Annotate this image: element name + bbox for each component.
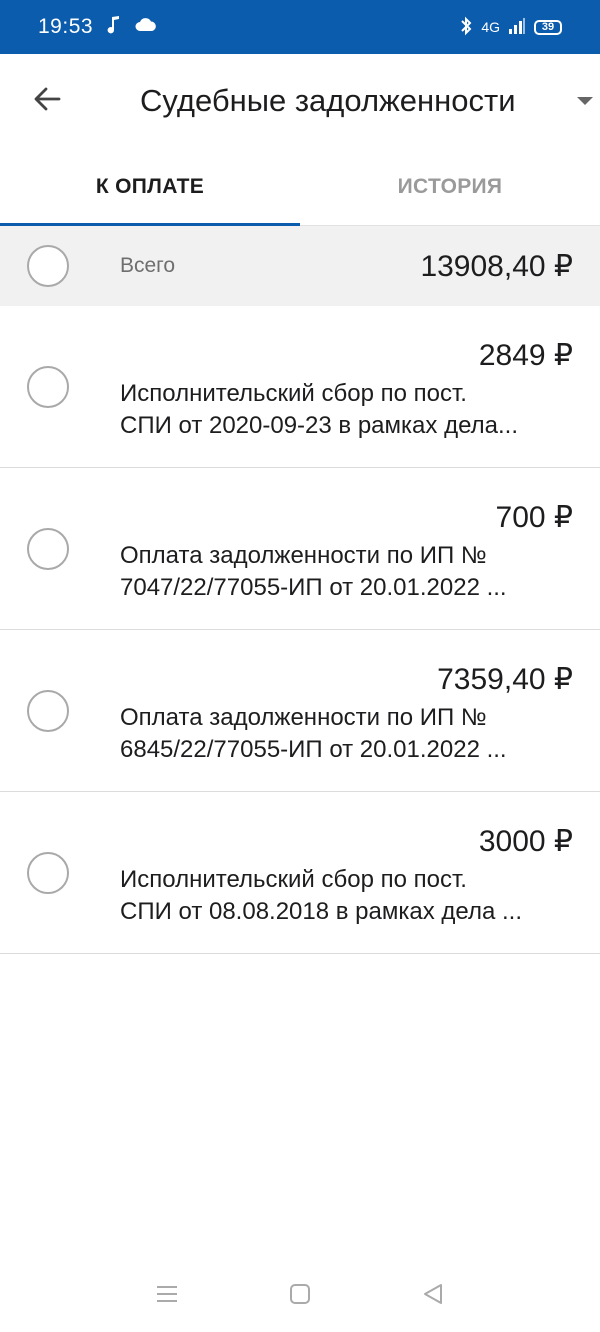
status-left: 19:53 <box>38 15 157 40</box>
debt-description-line: СПИ от 08.08.2018 в рамках дела ... <box>120 898 522 925</box>
debt-amount: 3000 ₽ <box>478 825 573 858</box>
debt-description-line: Исполнительский сбор по пост. <box>120 380 467 407</box>
tab-history[interactable]: ИСТОРИЯ <box>300 148 600 226</box>
debt-item[interactable]: 3000 ₽ Исполнительский сбор по пост. СПИ… <box>0 792 600 954</box>
cloud-icon <box>135 17 157 37</box>
total-label: Всего <box>120 254 176 277</box>
triangle-down-icon[interactable] <box>576 94 594 112</box>
debt-radio[interactable] <box>27 366 69 408</box>
debt-description-line: Исполнительский сбор по пост. <box>120 866 467 893</box>
debt-amount: 700 ₽ <box>495 501 573 534</box>
debt-radio[interactable] <box>27 690 69 732</box>
debt-description: Исполнительский сбор по пост. СПИ от 08.… <box>120 864 564 928</box>
home-button[interactable] <box>270 1266 330 1326</box>
home-square-icon <box>289 1283 311 1310</box>
status-bar: 19:53 4G 39 <box>0 0 600 54</box>
bluetooth-icon <box>459 16 473 39</box>
select-all-radio[interactable] <box>27 245 69 287</box>
signal-icon <box>508 17 526 38</box>
debt-item[interactable]: 7359,40 ₽ Оплата задолженности по ИП № 6… <box>0 630 600 792</box>
debt-radio[interactable] <box>27 852 69 894</box>
debt-amount: 2849 ₽ <box>478 339 573 372</box>
tab-to-pay[interactable]: К ОПЛАТЕ <box>0 148 300 227</box>
debt-amount: 7359,40 ₽ <box>437 663 573 696</box>
menu-icon <box>155 1284 179 1309</box>
debt-description-line: Оплата задолженности по ИП № <box>120 542 487 569</box>
status-right: 4G 39 <box>459 16 562 39</box>
debt-item[interactable]: 2849 ₽ Исполнительский сбор по пост. СПИ… <box>0 306 600 468</box>
system-back-button[interactable] <box>403 1266 463 1326</box>
back-triangle-icon <box>421 1282 445 1311</box>
tab-bar: К ОПЛАТЕ ИСТОРИЯ <box>0 148 600 227</box>
debt-description: Оплата задолженности по ИП № 7047/22/770… <box>120 540 564 604</box>
debt-description: Исполнительский сбор по пост. СПИ от 202… <box>120 378 564 442</box>
debt-item[interactable]: 700 ₽ Оплата задолженности по ИП № 7047/… <box>0 468 600 630</box>
menu-button[interactable] <box>137 1266 197 1326</box>
page-title: Судебные задолженности <box>140 83 516 118</box>
debt-description: Оплата задолженности по ИП № 6845/22/770… <box>120 702 564 766</box>
debt-description-line: СПИ от 2020-09-23 в рамках дела... <box>120 412 518 439</box>
music-note-icon <box>107 15 121 40</box>
debt-description-line: 7047/22/77055-ИП от 20.01.2022 ... <box>120 574 507 601</box>
system-nav-bar <box>0 1260 600 1332</box>
battery-icon: 39 <box>534 19 562 35</box>
debt-description-line: 6845/22/77055-ИП от 20.01.2022 ... <box>120 736 507 763</box>
debt-list: 2849 ₽ Исполнительский сбор по пост. СПИ… <box>0 306 600 954</box>
app-bar: Судебные задолженности <box>0 54 600 148</box>
debt-radio[interactable] <box>27 528 69 570</box>
arrow-left-icon <box>32 84 62 119</box>
network-type: 4G <box>481 19 500 35</box>
debt-description-line: Оплата задолженности по ИП № <box>120 704 487 731</box>
total-row[interactable]: Всего 13908,40 ₽ <box>0 226 600 306</box>
status-time: 19:53 <box>38 15 94 38</box>
total-amount: 13908,40 ₽ <box>420 249 573 283</box>
back-button[interactable] <box>0 54 94 148</box>
